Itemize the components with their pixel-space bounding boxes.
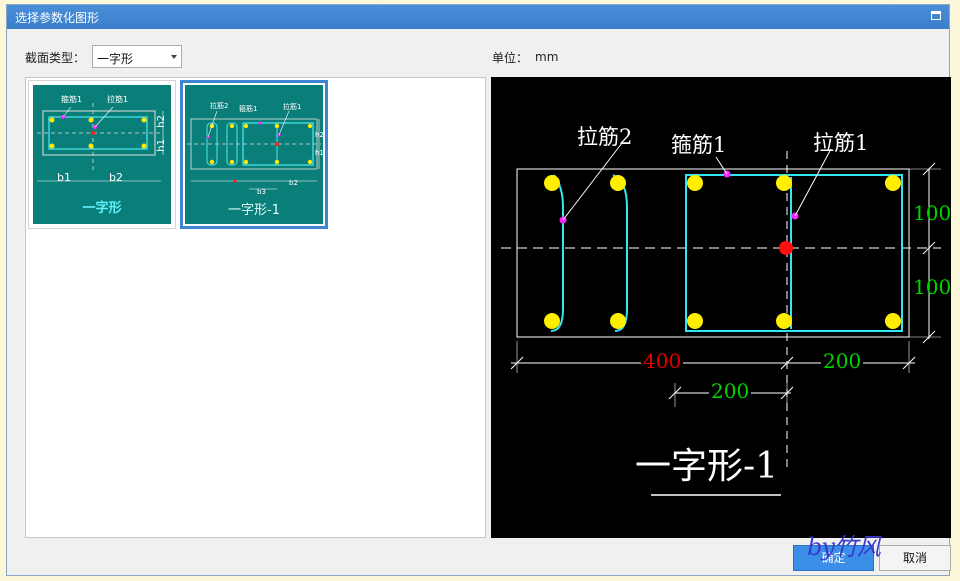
thumb2-label-tie2: 拉筋2 (210, 102, 229, 110)
preview-dim-b1: 400 (641, 349, 684, 373)
thumb2-label-stirrup: 箍筋1 (239, 105, 258, 113)
thumb1-label-stirrup: 箍筋1 (61, 95, 83, 104)
section-preview: 拉筋2 箍筋1 拉筋1 100 100 400 200 200 一字形-1 (491, 77, 951, 538)
section-type-select[interactable]: 一字形 (92, 45, 182, 68)
preview-label-tie2: 拉筋2 (577, 125, 633, 149)
preview-dim-b2: 200 (821, 349, 864, 373)
thumb1-label-tie: 拉筋1 (107, 95, 129, 104)
unit-value: mm (535, 50, 559, 64)
watermark: by竹风 (807, 533, 881, 561)
section-thumb-yiziexing-1[interactable]: 拉筋2 箍筋1 拉筋1 b3 b2 h2 h1 一字形-1 (180, 80, 328, 229)
thumb2-label-h1: h1 (315, 149, 324, 157)
section-thumb-yiziexing[interactable]: 箍筋1 拉筋1 b1 b2 h1 h2 一字形 (28, 80, 176, 229)
dialog-window: 选择参数化图形 截面类型： 一字形 单位： mm 箍筋1 拉筋1 b1 b2 h… (6, 4, 951, 576)
section-list: 箍筋1 拉筋1 b1 b2 h1 h2 一字形 拉筋2 箍筋1 拉筋1 b3 b… (25, 77, 486, 538)
thumb-canvas: 拉筋2 箍筋1 拉筋1 b3 b2 h2 h1 一字形-1 (185, 85, 324, 224)
thumb-canvas: 箍筋1 拉筋1 b1 b2 h1 h2 一字形 (33, 85, 171, 224)
cancel-button[interactable]: 取消 (879, 545, 951, 571)
preview-shape-name: 一字形-1 (635, 446, 779, 487)
thumb2-label-b3: b3 (257, 188, 266, 196)
preview-dim-h-bottom: 100 (913, 275, 951, 299)
section-type-label: 截面类型： (25, 51, 86, 65)
thumb1-label-h2: h2 (156, 115, 167, 128)
section-type-value: 一字形 (97, 52, 134, 66)
preview-label-stirrup1: 箍筋1 (671, 133, 727, 157)
thumb2-caption: 一字形-1 (228, 203, 280, 218)
window-title: 选择参数化图形 (15, 11, 100, 25)
thumb1-caption: 一字形 (82, 201, 122, 216)
title-bar[interactable]: 选择参数化图形 (7, 5, 949, 29)
thumb1-label-h1: h1 (156, 139, 167, 152)
thumb2-label-tie1: 拉筋1 (283, 103, 302, 111)
chevron-down-icon (171, 55, 177, 59)
thumb1-label-b2: b2 (109, 171, 123, 184)
preview-dim-b3: 200 (709, 379, 752, 403)
preview-dim-h-top: 100 (913, 201, 951, 225)
unit-label: 单位： (492, 51, 529, 65)
thumb2-label-h2: h2 (315, 131, 324, 139)
thumb2-label-b2: b2 (289, 179, 298, 187)
preview-label-tie1: 拉筋1 (813, 131, 869, 155)
thumb1-label-b1: b1 (57, 171, 71, 184)
maximize-icon[interactable] (931, 11, 941, 20)
